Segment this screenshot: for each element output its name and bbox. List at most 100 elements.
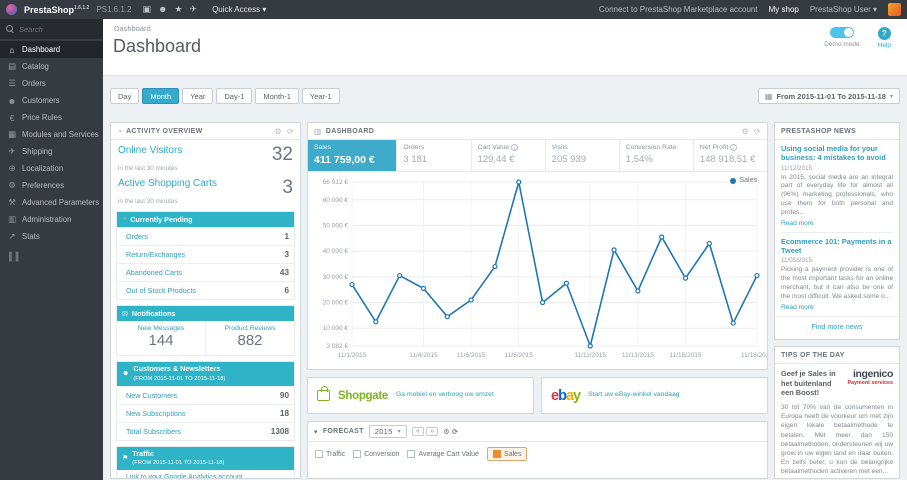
- row-total-subscribers[interactable]: Total Subscribers 1308: [117, 421, 294, 440]
- refresh-icon[interactable]: ⟳: [754, 127, 761, 136]
- user-menu[interactable]: PrestaShop User ▾: [810, 5, 877, 14]
- shopgate-link[interactable]: Ga mobiel en verhoog uw omzet: [396, 391, 494, 400]
- cell-label[interactable]: New Messages: [119, 325, 203, 332]
- filter-year-button[interactable]: Year: [182, 88, 214, 104]
- row-label[interactable]: Total Subscribers: [126, 427, 181, 436]
- sidebar-item-advanced-parameters[interactable]: ⚒ Advanced Parameters: [0, 194, 103, 211]
- legend-label: Conversion: [364, 450, 400, 458]
- favorites-icon[interactable]: ★: [174, 4, 182, 15]
- user-avatar[interactable]: [888, 3, 901, 16]
- kpi-cart-value[interactable]: Cart Value i 129,44 €: [472, 140, 546, 171]
- next-button[interactable]: »: [426, 427, 439, 436]
- filter-month-button[interactable]: Month: [142, 88, 180, 104]
- news-article-date: 11/05/2015: [781, 257, 813, 265]
- sidebar-item-administration[interactable]: ▥ Administration: [0, 211, 103, 228]
- chart-legend[interactable]: Sales: [730, 177, 757, 184]
- orders-icon: ☰: [8, 78, 16, 88]
- sidebar-item-modules[interactable]: ▦ Modules and Services: [0, 126, 103, 143]
- customers-icon[interactable]: ☻: [158, 4, 167, 15]
- kpi-net-profit[interactable]: Net Profit i 148 918,51 €: [694, 140, 767, 171]
- refresh-icon[interactable]: ⟳: [452, 429, 458, 436]
- marketplace-connect-link[interactable]: Connect to PrestaShop Marketplace accoun…: [599, 5, 758, 14]
- pending-row-orders[interactable]: Orders 1: [117, 227, 294, 245]
- quick-access-menu[interactable]: Quick Access ▾: [212, 5, 266, 14]
- google-analytics-link[interactable]: Link to your Google Analytics account: [117, 470, 294, 478]
- row-new-subscriptions[interactable]: New Subscriptions 18: [117, 403, 294, 422]
- row-label[interactable]: Abandoned Carts: [126, 268, 182, 277]
- kpi-value: 148 918,51 €: [699, 154, 756, 165]
- row-label[interactable]: New Subscriptions: [126, 409, 186, 418]
- svg-text:20 000 €: 20 000 €: [323, 300, 349, 307]
- new-messages-cell[interactable]: New Messages 144: [117, 321, 205, 355]
- sidebar-collapse-button[interactable]: ▌▌: [0, 245, 103, 261]
- demo-mode-toggle[interactable]: [829, 27, 854, 38]
- sidebar-item-shipping[interactable]: ✈ Shipping: [0, 143, 103, 160]
- sidebar-search[interactable]: [0, 19, 103, 39]
- online-visitors-sub: in the last 30 minutes: [118, 165, 178, 172]
- legend-sales[interactable]: Sales: [486, 447, 528, 461]
- sidebar-item-customers[interactable]: ☻ Customers: [0, 92, 103, 109]
- product-reviews-cell[interactable]: Product Reviews 882: [205, 321, 294, 355]
- read-more-link[interactable]: Read more: [781, 220, 893, 227]
- demo-mode-control[interactable]: Demo mode: [824, 27, 860, 49]
- pending-row-abandoned-carts[interactable]: Abandoned Carts 43: [117, 263, 294, 281]
- legend-average-cart-value[interactable]: Average Cart Value: [407, 450, 479, 458]
- pending-row-out-of-stock[interactable]: Out of Stock Products 6: [117, 281, 294, 299]
- sidebar-item-localization[interactable]: ⊕ Localization: [0, 160, 103, 177]
- row-label[interactable]: New Customers: [126, 391, 177, 400]
- filter-day-1-button[interactable]: Day-1: [216, 88, 253, 104]
- find-more-news-link[interactable]: Find more news: [775, 316, 899, 336]
- active-carts-link[interactable]: Active Shopping Carts: [118, 178, 217, 189]
- plane-icon[interactable]: ✈: [190, 4, 198, 15]
- read-more-link[interactable]: Read more: [781, 304, 893, 311]
- breadcrumb[interactable]: Dashboard: [114, 24, 151, 33]
- notifications-section: ✉ Notifications New Messages 144 Product…: [116, 305, 295, 356]
- date-range-picker[interactable]: ▦ From 2015-11-01 To 2015-11-18 ▾: [757, 88, 900, 104]
- my-shop-link[interactable]: My shop: [769, 5, 799, 14]
- chevron-down-icon[interactable]: ▾: [314, 428, 318, 436]
- filter-month-1-button[interactable]: Month-1: [255, 88, 299, 104]
- help-icon[interactable]: ?: [877, 27, 891, 40]
- help-control[interactable]: ? Help: [878, 27, 891, 49]
- checkbox-icon[interactable]: [315, 450, 323, 458]
- row-value: 1: [284, 232, 289, 241]
- shop-icon[interactable]: ▣: [142, 4, 151, 15]
- sidebar-item-orders[interactable]: ☰ Orders: [0, 75, 103, 92]
- sidebar-item-dashboard[interactable]: ⌂ Dashboard: [0, 41, 103, 58]
- sidebar-item-price-rules[interactable]: € Price Rules: [0, 109, 103, 126]
- kpi-visits[interactable]: Visits 205 939: [546, 140, 620, 171]
- row-label[interactable]: Orders: [126, 232, 148, 241]
- legend-conversion[interactable]: Conversion: [353, 450, 399, 458]
- row-label[interactable]: Out of Stock Products: [126, 286, 196, 295]
- sidebar-item-catalog[interactable]: ▤ Catalog: [0, 58, 103, 75]
- checkbox-icon[interactable]: [492, 450, 501, 458]
- row-new-customers[interactable]: New Customers 90: [117, 385, 294, 404]
- online-visitors-link[interactable]: Online Visitors: [118, 145, 182, 156]
- advanced-parameters-icon: ⚒: [8, 197, 16, 207]
- prev-button[interactable]: «: [411, 427, 425, 436]
- news-article-title[interactable]: Ecommerce 101: Payments in a Tweet: [781, 237, 893, 256]
- news-article: Ecommerce 101: Payments in a Tweet 11/05…: [781, 237, 893, 311]
- ebay-link[interactable]: Start uw eBay-winkel vandaag: [588, 391, 679, 400]
- checkbox-icon[interactable]: [407, 450, 416, 458]
- checkbox-icon[interactable]: [353, 450, 362, 458]
- kpi-sales[interactable]: Sales 411 759,00 €: [308, 140, 398, 171]
- cell-label[interactable]: Product Reviews: [208, 325, 292, 332]
- gear-icon[interactable]: ⚙: [443, 429, 450, 436]
- gear-icon[interactable]: ⚙: [742, 127, 749, 136]
- kpi-orders[interactable]: Orders 3 181: [397, 140, 472, 171]
- sidebar-item-stats[interactable]: ↗ Stats: [0, 228, 103, 245]
- legend-traffic[interactable]: Traffic: [315, 450, 345, 458]
- news-article-title[interactable]: Using social media for your business: 4 …: [781, 144, 893, 163]
- kpi-conversion-rate[interactable]: Conversion Rate 1.54%: [620, 140, 694, 171]
- sidebar-item-preferences[interactable]: ⚙ Preferences: [0, 177, 103, 194]
- filter-year-1-button[interactable]: Year-1: [301, 88, 340, 104]
- refresh-icon[interactable]: ⟳: [287, 127, 294, 136]
- search-input[interactable]: [19, 24, 91, 34]
- filter-day-button[interactable]: Day: [110, 88, 140, 104]
- pending-row-returns[interactable]: Return/Exchanges 3: [117, 245, 294, 263]
- tips-text: 30 tot 70% van de consumenten in Europa …: [781, 403, 893, 476]
- row-label[interactable]: Return/Exchanges: [126, 250, 185, 259]
- gear-icon[interactable]: ⚙: [275, 127, 282, 136]
- forecast-year-select[interactable]: 2015 ▾: [368, 425, 407, 438]
